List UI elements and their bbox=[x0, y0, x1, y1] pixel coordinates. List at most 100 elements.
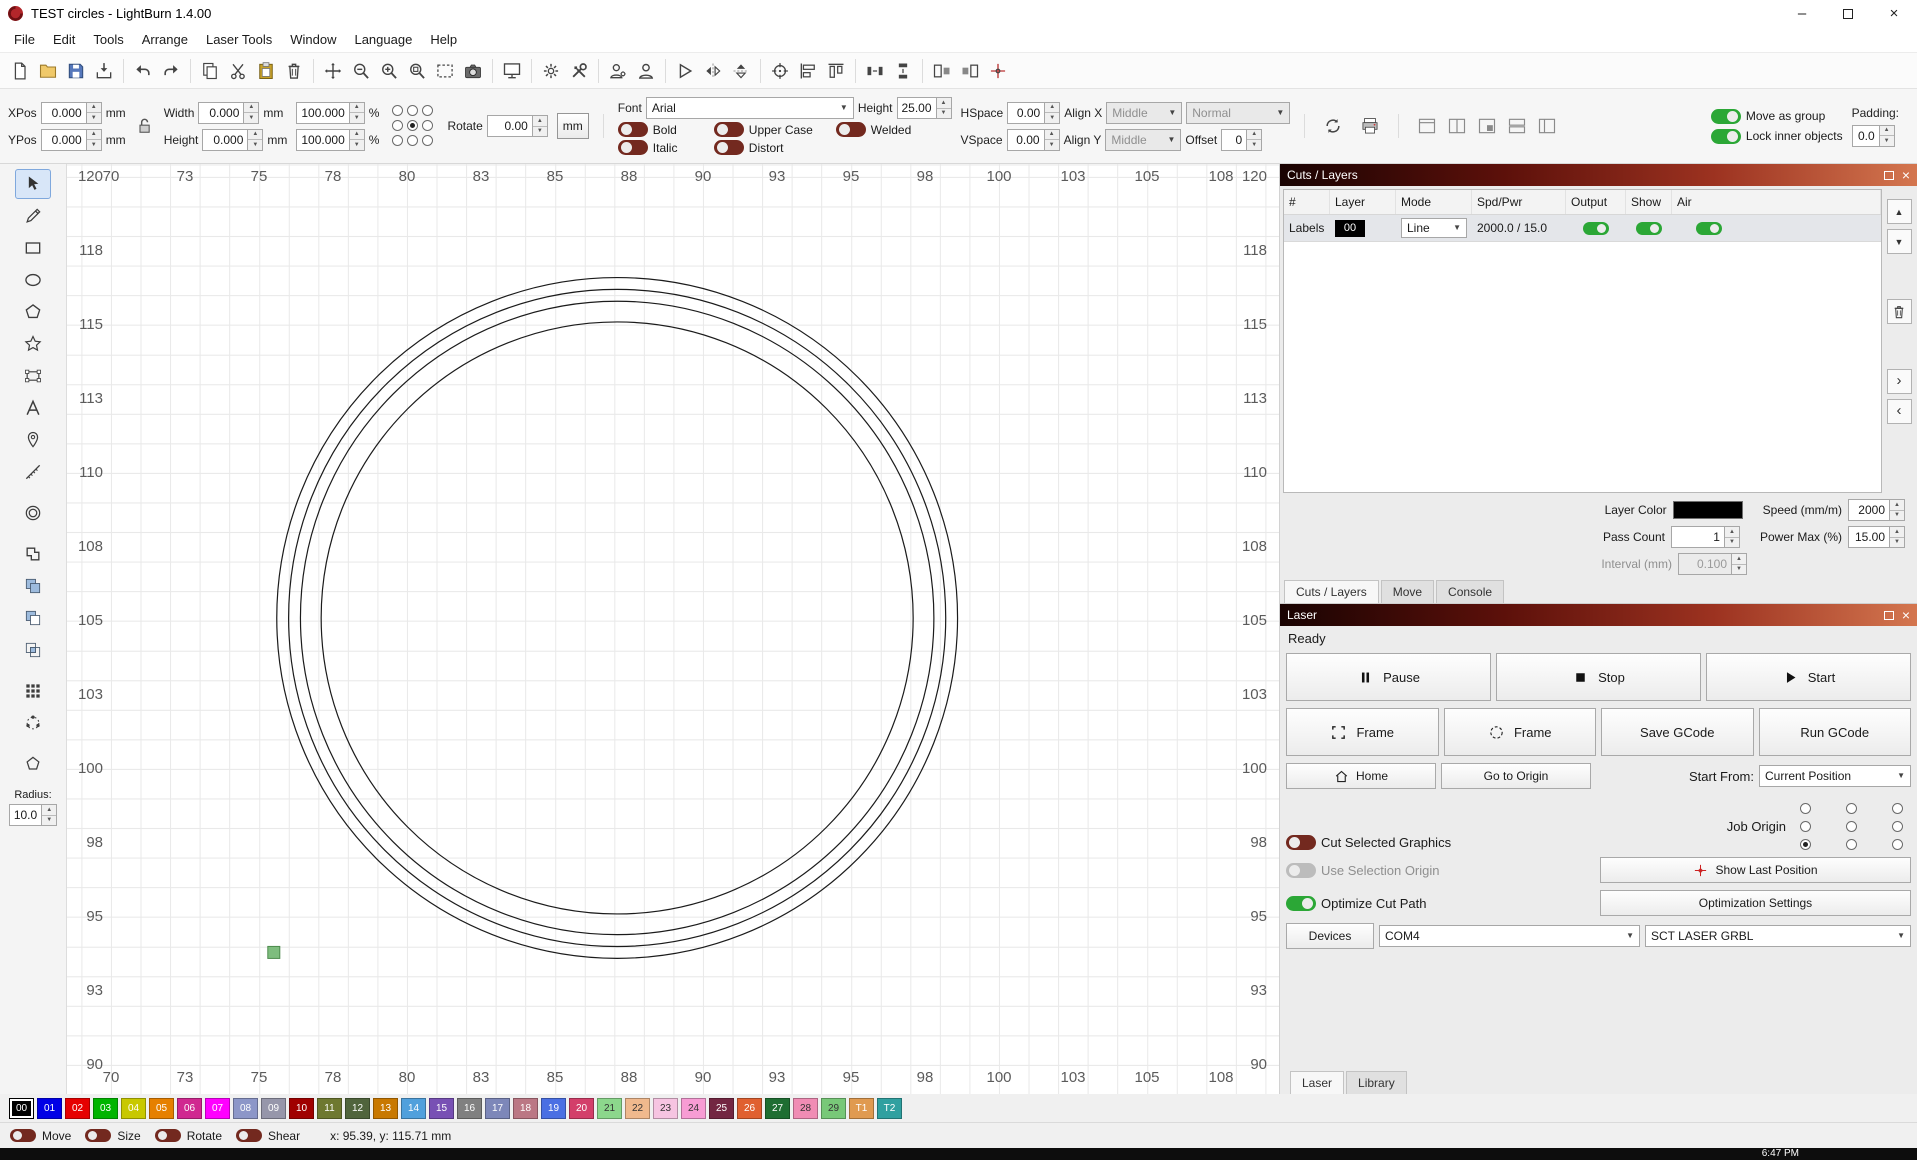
close-button[interactable]: × bbox=[1871, 0, 1917, 27]
move-layer-up-button[interactable]: ▲ bbox=[1887, 199, 1912, 224]
status-toggle-size[interactable]: Size bbox=[85, 1129, 140, 1143]
power-max-input[interactable]: 15.00▲▼ bbox=[1848, 526, 1905, 548]
show-last-position-button[interactable]: Show Last Position bbox=[1600, 857, 1911, 883]
anchor-point-grid[interactable] bbox=[392, 105, 434, 147]
close-panel-icon[interactable]: × bbox=[1902, 168, 1910, 182]
font-height-input[interactable]: 25.00▲▼ bbox=[897, 97, 952, 119]
palette-color-14[interactable]: 14 bbox=[401, 1098, 426, 1119]
palette-color-07[interactable]: 07 bbox=[205, 1098, 230, 1119]
move-to-position-button[interactable] bbox=[984, 57, 1012, 85]
palette-color-01[interactable]: 01 bbox=[37, 1098, 62, 1119]
run-gcode-button[interactable]: Run GCode bbox=[1759, 708, 1912, 756]
distort-toggle[interactable] bbox=[714, 140, 744, 155]
layer-mode-select[interactable]: Line▼ bbox=[1401, 218, 1467, 238]
palette-color-10[interactable]: 10 bbox=[289, 1098, 314, 1119]
dock-right-button[interactable] bbox=[956, 57, 984, 85]
panel-expand-button[interactable]: › bbox=[1887, 369, 1912, 394]
palette-color-16[interactable]: 16 bbox=[457, 1098, 482, 1119]
draw-lines-tool[interactable] bbox=[15, 201, 51, 231]
undo-button[interactable] bbox=[129, 57, 157, 85]
dock-layout-5-button[interactable] bbox=[1533, 112, 1561, 140]
boolean-union-tool[interactable] bbox=[15, 571, 51, 601]
ypos-input[interactable]: 0.000▲▼ bbox=[41, 129, 102, 151]
optimize-cut-path-toggle[interactable] bbox=[1286, 896, 1316, 911]
anchor-point-6[interactable] bbox=[392, 135, 403, 146]
shape-properties-tool[interactable] bbox=[15, 749, 51, 779]
job-origin-1[interactable] bbox=[1846, 803, 1857, 814]
zoom-out-button[interactable] bbox=[347, 57, 375, 85]
font-select[interactable]: Arial▼ bbox=[646, 97, 854, 119]
palette-color-20[interactable]: 20 bbox=[569, 1098, 594, 1119]
palette-color-09[interactable]: 09 bbox=[261, 1098, 286, 1119]
menu-help[interactable]: Help bbox=[421, 28, 466, 51]
job-origin-6[interactable] bbox=[1800, 839, 1811, 850]
use-selection-origin-toggle[interactable] bbox=[1286, 863, 1316, 878]
palette-color-21[interactable]: 21 bbox=[597, 1098, 622, 1119]
palette-color-05[interactable]: 05 bbox=[149, 1098, 174, 1119]
job-origin-8[interactable] bbox=[1892, 839, 1903, 850]
anchor-point-7[interactable] bbox=[407, 135, 418, 146]
minimize-button[interactable]: – bbox=[1779, 0, 1825, 27]
new-file-button[interactable] bbox=[6, 57, 34, 85]
boolean-intersect-tool[interactable] bbox=[15, 635, 51, 665]
redo-button[interactable] bbox=[157, 57, 185, 85]
delete-layer-button[interactable] bbox=[1887, 299, 1912, 324]
rectangle-tool[interactable] bbox=[15, 233, 51, 263]
hspace-input[interactable]: 0.00▲▼ bbox=[1007, 102, 1060, 124]
tab-move[interactable]: Move bbox=[1381, 580, 1434, 603]
italic-toggle[interactable] bbox=[618, 140, 648, 155]
machine-settings-button[interactable] bbox=[565, 57, 593, 85]
xpos-input[interactable]: 0.000▲▼ bbox=[41, 102, 102, 124]
palette-color-23[interactable]: 23 bbox=[653, 1098, 678, 1119]
optimization-settings-button[interactable]: Optimization Settings bbox=[1600, 890, 1911, 916]
save-file-button[interactable] bbox=[62, 57, 90, 85]
stop-button[interactable]: Stop bbox=[1496, 653, 1701, 701]
palette-color-15[interactable]: 15 bbox=[429, 1098, 454, 1119]
palette-color-26[interactable]: 26 bbox=[737, 1098, 762, 1119]
text-tool[interactable] bbox=[15, 393, 51, 423]
palette-color-12[interactable]: 12 bbox=[345, 1098, 370, 1119]
layer-output-toggle[interactable] bbox=[1583, 222, 1609, 235]
boolean-subtract-tool[interactable] bbox=[15, 603, 51, 633]
go-to-origin-button[interactable]: Go to Origin bbox=[1441, 763, 1591, 789]
port-select[interactable]: COM4▼ bbox=[1379, 925, 1640, 947]
padding-input[interactable]: 0.0▲▼ bbox=[1852, 125, 1895, 147]
cut-selected-graphics-toggle[interactable] bbox=[1286, 835, 1316, 850]
palette-color-18[interactable]: 18 bbox=[513, 1098, 538, 1119]
mirror-h-button[interactable] bbox=[699, 57, 727, 85]
tab-cuts-layers[interactable]: Cuts / Layers bbox=[1284, 580, 1379, 603]
align-h-button[interactable] bbox=[794, 57, 822, 85]
status-toggle-shear[interactable]: Shear bbox=[236, 1129, 300, 1143]
os-taskbar[interactable]: 6:47 PM bbox=[0, 1148, 1917, 1160]
height-input[interactable]: 0.000▲▼ bbox=[202, 129, 263, 151]
palette-color-06[interactable]: 06 bbox=[177, 1098, 202, 1119]
focus-target-button[interactable] bbox=[766, 57, 794, 85]
palette-color-19[interactable]: 19 bbox=[541, 1098, 566, 1119]
palette-color-27[interactable]: 27 bbox=[765, 1098, 790, 1119]
pass-count-input[interactable]: 1▲▼ bbox=[1671, 526, 1740, 548]
layer-color-swatch[interactable] bbox=[1673, 501, 1743, 519]
weld-shapes-tool[interactable] bbox=[15, 539, 51, 569]
uppercase-toggle[interactable] bbox=[714, 122, 744, 137]
save-gcode-button[interactable]: Save GCode bbox=[1601, 708, 1754, 756]
align-y-select[interactable]: Middle▼ bbox=[1105, 129, 1181, 151]
measure-tool[interactable] bbox=[15, 457, 51, 487]
palette-color-24[interactable]: 24 bbox=[681, 1098, 706, 1119]
user-button[interactable] bbox=[632, 57, 660, 85]
dock-layout-3-button[interactable] bbox=[1473, 112, 1501, 140]
palette-color-04[interactable]: 04 bbox=[121, 1098, 146, 1119]
edit-nodes-tool[interactable] bbox=[15, 361, 51, 391]
radius-input[interactable]: 10.0▲▼ bbox=[9, 804, 57, 826]
vspace-input[interactable]: 0.00▲▼ bbox=[1007, 129, 1060, 151]
zoom-frame-button[interactable] bbox=[403, 57, 431, 85]
preview-monitor-button[interactable] bbox=[498, 57, 526, 85]
welded-toggle[interactable] bbox=[836, 122, 866, 137]
menu-language[interactable]: Language bbox=[345, 28, 421, 51]
units-mm-button[interactable]: mm bbox=[557, 113, 589, 139]
palette-color-25[interactable]: 25 bbox=[709, 1098, 734, 1119]
marquee-button[interactable] bbox=[431, 57, 459, 85]
frame-square-button[interactable]: Frame bbox=[1286, 708, 1439, 756]
settings-button[interactable] bbox=[537, 57, 565, 85]
pause-button[interactable]: Pause bbox=[1286, 653, 1491, 701]
distribute-v-button[interactable] bbox=[889, 57, 917, 85]
